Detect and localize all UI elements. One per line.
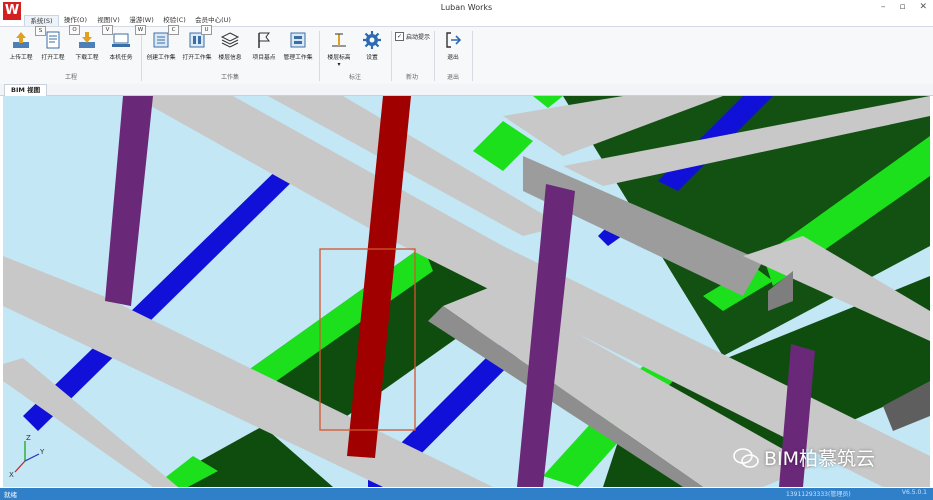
manage-workset-label: 管理工作集 xyxy=(283,55,313,61)
bim-model-canvas[interactable]: Z Y X xyxy=(3,96,930,487)
menu-member[interactable]: 会员中心(U) U xyxy=(191,15,235,35)
floor-info-label: 楼层信息 xyxy=(218,55,242,61)
window-title: Luban Works xyxy=(440,3,493,12)
elevation-icon xyxy=(332,33,346,47)
status-text: 就绪 xyxy=(4,491,17,499)
separator xyxy=(434,31,435,81)
menu-roam-label: 漫游(W) xyxy=(129,16,154,24)
axis-z-label: Z xyxy=(26,434,31,442)
title-bar: W Luban Works – ▫ ✕ xyxy=(0,0,933,20)
menu-view[interactable]: 视图(V) V xyxy=(92,15,125,35)
exit-icon xyxy=(446,32,462,48)
manage-workset-icon xyxy=(290,32,306,48)
laptop-icon xyxy=(112,33,130,47)
auto-hint-checkbox[interactable]: ✓ 启动提示 xyxy=(395,32,430,41)
app-logo[interactable]: W xyxy=(3,2,21,20)
window-controls: – ▫ ✕ xyxy=(881,2,927,12)
auto-hint-label: 启动提示 xyxy=(406,34,431,41)
keytip-o: O xyxy=(69,25,80,35)
upload-project-button[interactable]: 上传工程 xyxy=(4,30,38,61)
manage-workset-button[interactable]: 管理工作集 xyxy=(281,30,315,61)
elevation-marker-label: 楼层标高 xyxy=(327,55,351,61)
group-project-label: 工程 xyxy=(64,74,77,81)
local-task-label: 本机任务 xyxy=(109,55,133,61)
gear-icon xyxy=(363,31,381,49)
upload-icon xyxy=(13,32,29,48)
menu-operate-label: 操作(O) xyxy=(63,16,88,24)
menu-view-label: 视图(V) xyxy=(97,16,120,24)
open-label: 打开工程 xyxy=(41,55,65,61)
menu-operate[interactable]: 操作(O) O xyxy=(59,15,92,35)
create-workset-label: 创建工作集 xyxy=(146,55,176,61)
floor-info-button[interactable]: 楼层信息 xyxy=(213,30,247,61)
separator xyxy=(319,31,320,81)
minimize-button[interactable]: – xyxy=(881,2,886,12)
wechat-icon xyxy=(733,447,759,468)
version-label: V6.5.0.1 xyxy=(901,489,927,496)
settings-label: 设置 xyxy=(366,55,378,61)
separator xyxy=(472,31,473,81)
download-label: 下载工程 xyxy=(75,55,99,61)
base-point-label: 项目基点 xyxy=(252,55,276,61)
settings-button[interactable]: 设置 xyxy=(355,30,389,61)
user-info: 13911293333(管理员) xyxy=(786,491,851,498)
open-workset-label: 打开工作集 xyxy=(182,55,212,61)
keytip-v: V xyxy=(102,25,113,35)
axis-x-label: X xyxy=(9,471,14,479)
close-button[interactable]: ✕ xyxy=(919,2,927,12)
exit-button[interactable]: 退出 xyxy=(436,30,470,61)
bim-3d-viewport[interactable]: Z Y X xyxy=(3,96,930,487)
view-tab-bar: BIM 视图 xyxy=(0,84,933,96)
group-exit-label: 退出 xyxy=(446,74,459,81)
menu-member-label: 会员中心(U) xyxy=(195,16,231,24)
keytip-c: C xyxy=(168,25,179,35)
group-guide-label: 新功 xyxy=(405,74,418,81)
keytip-w: W xyxy=(135,25,146,35)
open-document-icon xyxy=(46,31,60,49)
separator xyxy=(141,31,142,81)
exit-label: 退出 xyxy=(447,55,459,61)
elevation-marker-button[interactable]: 楼层标高 ▾ xyxy=(322,30,356,68)
group-workset-label: 工作集 xyxy=(220,74,239,81)
keytip-u: U xyxy=(201,25,212,35)
tab-bim-view[interactable]: BIM 视图 xyxy=(4,84,48,96)
menu-system[interactable]: 系统(S) S xyxy=(24,15,59,36)
checkbox-box[interactable]: ✓ xyxy=(395,32,404,41)
layers-icon xyxy=(220,32,240,48)
chevron-down-icon[interactable]: ▾ xyxy=(322,61,356,68)
menu-roam[interactable]: 漫游(W) W xyxy=(125,15,158,35)
upload-label: 上传工程 xyxy=(9,55,33,61)
status-bar: 就绪 13911293333(管理员) V6.5.0.1 xyxy=(0,488,933,500)
maximize-button[interactable]: ▫ xyxy=(899,2,905,12)
base-point-button[interactable]: 项目基点 xyxy=(247,30,281,61)
watermark-text: BIM柏慕筑云 xyxy=(764,448,876,470)
watermark: BIM柏慕筑云 xyxy=(733,444,875,471)
axis-y-label: Y xyxy=(39,448,45,456)
download-icon xyxy=(79,32,95,48)
flag-icon xyxy=(258,32,270,48)
group-marking-label: 标注 xyxy=(348,74,361,81)
menu-check[interactable]: 校验(C) C xyxy=(158,15,191,35)
menu-bar: 系统(S) S 操作(O) O 视图(V) V 漫游(W) W 校验(C) C … xyxy=(24,15,235,36)
menu-system-label: 系统(S) xyxy=(30,17,53,25)
keytip-s: S xyxy=(35,26,46,36)
menu-check-label: 校验(C) xyxy=(163,16,186,24)
